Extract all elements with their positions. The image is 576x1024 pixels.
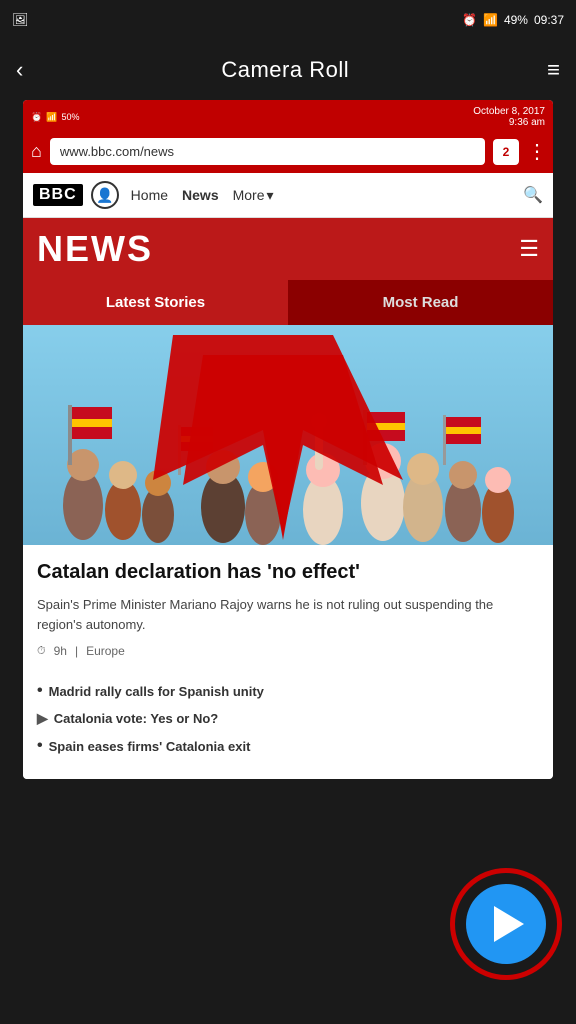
clock-icon: ⏱ [37, 645, 46, 658]
article-meta: ⏱ 9h | Europe [37, 644, 539, 658]
url-input[interactable] [50, 138, 485, 165]
back-button[interactable]: ‹ [16, 57, 23, 83]
battery-text: 49% [504, 13, 528, 27]
more-arrow-icon: ▾ [267, 187, 274, 204]
more-label: More [233, 187, 265, 203]
related-link-text-1: Catalonia vote: Yes or No? [54, 711, 218, 726]
tab-latest-stories[interactable]: Latest Stories [23, 280, 288, 325]
article-summary: Spain's Prime Minister Mariano Rajoy war… [37, 595, 539, 634]
page-title: Camera Roll [221, 57, 349, 83]
browser-window: ⏰ 📶 50% October 8, 2017 9:36 am ⌂ 2 ⋮ BB… [23, 100, 553, 779]
bbc-logo: BBC [33, 184, 83, 206]
news-header: NEWS ☰ [23, 218, 553, 280]
browser-date: October 8, 2017 [473, 106, 545, 117]
status-left: 🖼 [12, 12, 29, 28]
article-content: Catalan declaration has 'no effect' Spai… [23, 545, 553, 682]
browser-status-icons: ⏰ 📶 50% [31, 112, 79, 123]
article-category: Europe [86, 644, 125, 658]
status-right: ⏰ 📶 49% 09:37 [462, 13, 564, 27]
browser-menu-button[interactable]: ⋮ [527, 139, 545, 164]
browser-wifi-icon: 📶 [46, 112, 57, 123]
news-title: NEWS [37, 228, 153, 270]
play-icon-1: ▶ [37, 710, 48, 727]
related-link-2[interactable]: • Spain eases firms' Catalonia exit [37, 737, 539, 755]
browser-alarm-icon: ⏰ [31, 112, 42, 123]
browser-status-bar: ⏰ 📶 50% October 8, 2017 9:36 am [23, 100, 553, 134]
article-separator: | [75, 644, 78, 658]
related-link-1[interactable]: ▶ Catalonia vote: Yes or No? [37, 710, 539, 727]
article-hero-image [23, 325, 553, 545]
time-display: 09:37 [534, 13, 564, 27]
related-link-text-2: Spain eases firms' Catalonia exit [49, 739, 251, 754]
related-links: • Madrid rally calls for Spanish unity ▶… [23, 682, 553, 779]
bbc-account-button[interactable]: 👤 [91, 181, 119, 209]
browser-battery: 50% [61, 112, 79, 122]
news-menu-button[interactable]: ☰ [519, 236, 539, 262]
alarm-icon: ⏰ [462, 13, 477, 27]
search-button[interactable]: 🔍 [523, 185, 543, 205]
bbc-nav-bar: BBC 👤 Home News More ▾ 🔍 [23, 173, 553, 218]
nav-link-home[interactable]: Home [131, 187, 168, 203]
home-button[interactable]: ⌂ [31, 141, 42, 162]
browser-time: 9:36 am [473, 117, 545, 128]
related-link-0[interactable]: • Madrid rally calls for Spanish unity [37, 682, 539, 700]
play-button[interactable] [466, 884, 546, 964]
tab-most-read[interactable]: Most Read [288, 280, 553, 325]
related-link-text-0: Madrid rally calls for Spanish unity [49, 684, 264, 699]
browser-date-time: October 8, 2017 9:36 am [473, 106, 545, 128]
nav-link-news[interactable]: News [182, 187, 219, 203]
account-icon: 👤 [96, 187, 113, 204]
news-tabs: Latest Stories Most Read [23, 280, 553, 325]
url-bar: ⌂ 2 ⋮ [23, 134, 553, 173]
article-image-svg [23, 325, 553, 545]
bullet-icon-0: • [37, 682, 43, 700]
article-time: 9h [54, 644, 67, 658]
article-headline: Catalan declaration has 'no effect' [37, 559, 539, 585]
nav-more-button[interactable]: More ▾ [233, 187, 274, 204]
bullet-icon-2: • [37, 737, 43, 755]
bbc-nav-links: Home News More ▾ [131, 187, 274, 204]
image-icon: 🖼 [12, 12, 29, 28]
menu-button[interactable]: ≡ [547, 57, 560, 83]
tab-count-button[interactable]: 2 [493, 139, 519, 165]
status-bar: 🖼 ⏰ 📶 49% 09:37 [0, 0, 576, 40]
wifi-icon: 📶 [483, 13, 498, 27]
top-nav: ‹ Camera Roll ≡ [0, 40, 576, 100]
